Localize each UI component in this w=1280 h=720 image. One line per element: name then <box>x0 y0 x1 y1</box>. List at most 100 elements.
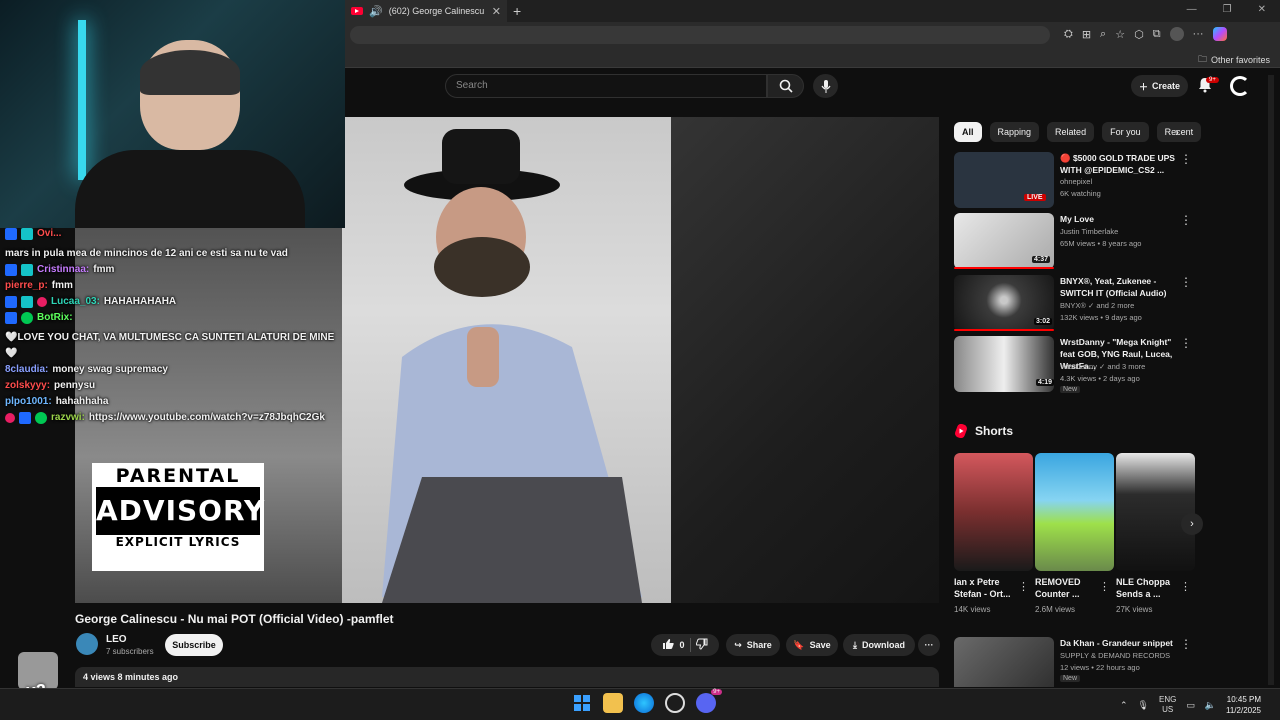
microphone-icon <box>821 80 830 93</box>
watch-progress-bar <box>954 329 1054 331</box>
save-button[interactable]: 🔖 Save <box>786 634 838 656</box>
short-more-options-icon[interactable]: ⋮ <box>1180 580 1191 593</box>
recommendation-title[interactable]: 🔴 $5000 GOLD TRADE UPS WITH @EPIDEMIC_CS… <box>1060 152 1184 176</box>
recommendation-item[interactable]: Da Khan - Grandeur snippet SUPPLY & DEMA… <box>954 637 1198 687</box>
profile-avatar-icon[interactable] <box>1169 27 1184 41</box>
channel-avatar[interactable] <box>76 633 98 655</box>
recommendation-channel[interactable]: Justin Timberlake <box>1060 227 1118 236</box>
more-options-icon[interactable]: ⋮ <box>1180 637 1192 651</box>
voice-search-button[interactable] <box>813 74 838 98</box>
chat-username: pierre_p: <box>5 280 48 291</box>
short-thumbnail[interactable] <box>954 453 1033 571</box>
advisory-line-1: PARENTAL <box>96 465 260 489</box>
search-button[interactable] <box>767 74 804 98</box>
favorite-star-icon[interactable]: ☆ <box>1115 28 1125 41</box>
steam-icon[interactable] <box>665 693 685 713</box>
channel-name[interactable]: LEO <box>106 634 127 645</box>
new-tab-icon[interactable]: + <box>513 3 521 19</box>
tracking-icon[interactable]: ⛭ <box>1064 28 1073 41</box>
chevron-up-icon[interactable]: ⌃ <box>1120 700 1128 711</box>
chip-rapping[interactable]: Rapping <box>989 122 1040 142</box>
close-window-icon[interactable]: ✕ <box>1258 4 1266 15</box>
share-icon: ↪ <box>734 639 742 650</box>
recommendation-channel[interactable]: WrstDanny ✓ and 3 more <box>1060 362 1145 371</box>
video-thumbnail[interactable] <box>954 637 1054 687</box>
short-more-options-icon[interactable]: ⋮ <box>1018 580 1029 593</box>
other-favorites[interactable]: 🗀 Other favorites <box>1198 52 1270 68</box>
search-input[interactable]: Search <box>445 74 767 98</box>
chat-message: plpo1001: hahahhaha <box>5 394 345 410</box>
windows-start-icon[interactable] <box>572 693 592 713</box>
close-tab-icon[interactable]: ✕ <box>492 5 501 18</box>
chat-badge-icon <box>5 296 17 308</box>
file-explorer-icon[interactable] <box>603 693 623 713</box>
chip-related[interactable]: Related <box>1047 122 1095 142</box>
minimize-icon[interactable]: — <box>1187 4 1197 15</box>
recommendation-item[interactable]: 3:02 BNYX®, Yeat, Zukenee - SWITCH IT (O… <box>954 275 1198 333</box>
taskbar-clock[interactable]: 10:45 PM 11/2/2025 <box>1226 694 1261 716</box>
language-indicator[interactable]: ENG US <box>1159 695 1176 715</box>
recommendation-title[interactable]: My Love <box>1060 213 1184 225</box>
speaker-icon[interactable]: 🔊 <box>369 5 383 18</box>
recommendation-channel[interactable]: BNYX® ✓ and 2 more <box>1060 301 1134 310</box>
short-title[interactable]: REMOVED Counter ... <box>1035 576 1099 600</box>
short-more-options-icon[interactable]: ⋮ <box>1099 580 1110 593</box>
settings-more-icon[interactable]: ··· <box>1193 28 1204 40</box>
page-scrollbar[interactable] <box>1268 75 1274 685</box>
chat-username: zolskyyy: <box>5 380 51 391</box>
discord-badge: 9+ <box>711 689 722 695</box>
more-actions-button[interactable]: ··· <box>918 634 940 656</box>
short-thumbnail[interactable] <box>1035 453 1114 571</box>
short-views: 2.6M views <box>1035 605 1076 614</box>
dislike-button[interactable] <box>695 638 708 652</box>
recommendation-title[interactable]: Da Khan - Grandeur snippet <box>1060 637 1184 649</box>
volume-icon[interactable]: 🔈 <box>1205 700 1216 711</box>
tab-title: (602) George Calinescu - Nu <box>388 6 486 16</box>
microphone-icon[interactable]: 🎙 <box>1138 700 1149 711</box>
copilot-icon[interactable] <box>1212 27 1227 41</box>
recommendation-item[interactable]: 4:37 My Love Justin Timberlake 65M views… <box>954 213 1198 271</box>
share-label: Share <box>746 640 772 650</box>
chat-username: Ovi... <box>37 228 62 239</box>
new-badge: New <box>1060 386 1081 393</box>
like-button[interactable] <box>662 638 675 652</box>
more-options-icon[interactable]: ⋮ <box>1180 336 1192 350</box>
more-options-icon[interactable]: ⋮ <box>1180 275 1192 289</box>
zoom-icon[interactable]: ⌕ <box>1100 28 1106 41</box>
recommendation-channel[interactable]: ohnepixel <box>1060 177 1092 186</box>
browser-tab-active[interactable]: 🔊 (602) George Calinescu - Nu ✕ <box>345 0 507 22</box>
share-button[interactable]: ↪ Share <box>726 634 780 656</box>
subscribe-button[interactable]: Subscribe <box>165 634 223 656</box>
more-options-icon[interactable]: ⋮ <box>1180 152 1192 166</box>
collections-icon[interactable]: ⧉ <box>1153 28 1161 41</box>
apps-icon[interactable]: ⊞ <box>1082 28 1091 41</box>
discord-icon[interactable]: 9+ <box>696 689 722 713</box>
chevron-right-icon[interactable]: › <box>1175 125 1179 139</box>
short-title[interactable]: Ian x Petre Stefan - Ort... <box>954 576 1018 600</box>
duration-badge: 3:02 <box>1034 318 1053 325</box>
recommendation-item[interactable]: 4:19 WrstDanny - "Mega Knight" feat GOB,… <box>954 336 1198 394</box>
window-controls: — ❐ ✕ <box>1187 4 1266 15</box>
more-options-icon[interactable]: ⋮ <box>1180 213 1192 227</box>
account-avatar[interactable] <box>1230 76 1250 96</box>
create-button[interactable]: ＋ Create <box>1131 75 1188 97</box>
chat-message: 8claudia: money swag supremacy <box>5 362 345 378</box>
network-icon[interactable]: ▭ <box>1186 700 1195 711</box>
advisory-line-3: EXPLICIT LYRICS <box>96 533 260 549</box>
short-thumbnail[interactable] <box>1116 453 1195 571</box>
recommendation-title[interactable]: BNYX®, Yeat, Zukenee - SWITCH IT (Offici… <box>1060 275 1184 299</box>
short-title[interactable]: NLE Choppa Sends a ... <box>1116 576 1180 600</box>
extensions-icon[interactable]: ⬡ <box>1134 28 1144 41</box>
other-favorites-label: Other favorites <box>1210 55 1270 65</box>
maximize-icon[interactable]: ❐ <box>1223 4 1232 15</box>
chip-for-you[interactable]: For you <box>1102 122 1149 142</box>
address-bar[interactable] <box>350 26 1050 44</box>
short-views: 14K views <box>954 605 991 614</box>
chip-all[interactable]: All <box>954 122 982 142</box>
shorts-next-button[interactable]: › <box>1181 513 1203 535</box>
recommendation-item[interactable]: LIVE 🔴 $5000 GOLD TRADE UPS WITH @EPIDEM… <box>954 152 1198 210</box>
recommendation-channel[interactable]: SUPPLY & DEMAND RECORDS <box>1060 651 1170 660</box>
edge-browser-icon[interactable] <box>634 693 654 713</box>
description-box[interactable]: 4 views 8 minutes ago <box>75 667 939 687</box>
download-button[interactable]: ⤓ Download <box>843 634 915 656</box>
